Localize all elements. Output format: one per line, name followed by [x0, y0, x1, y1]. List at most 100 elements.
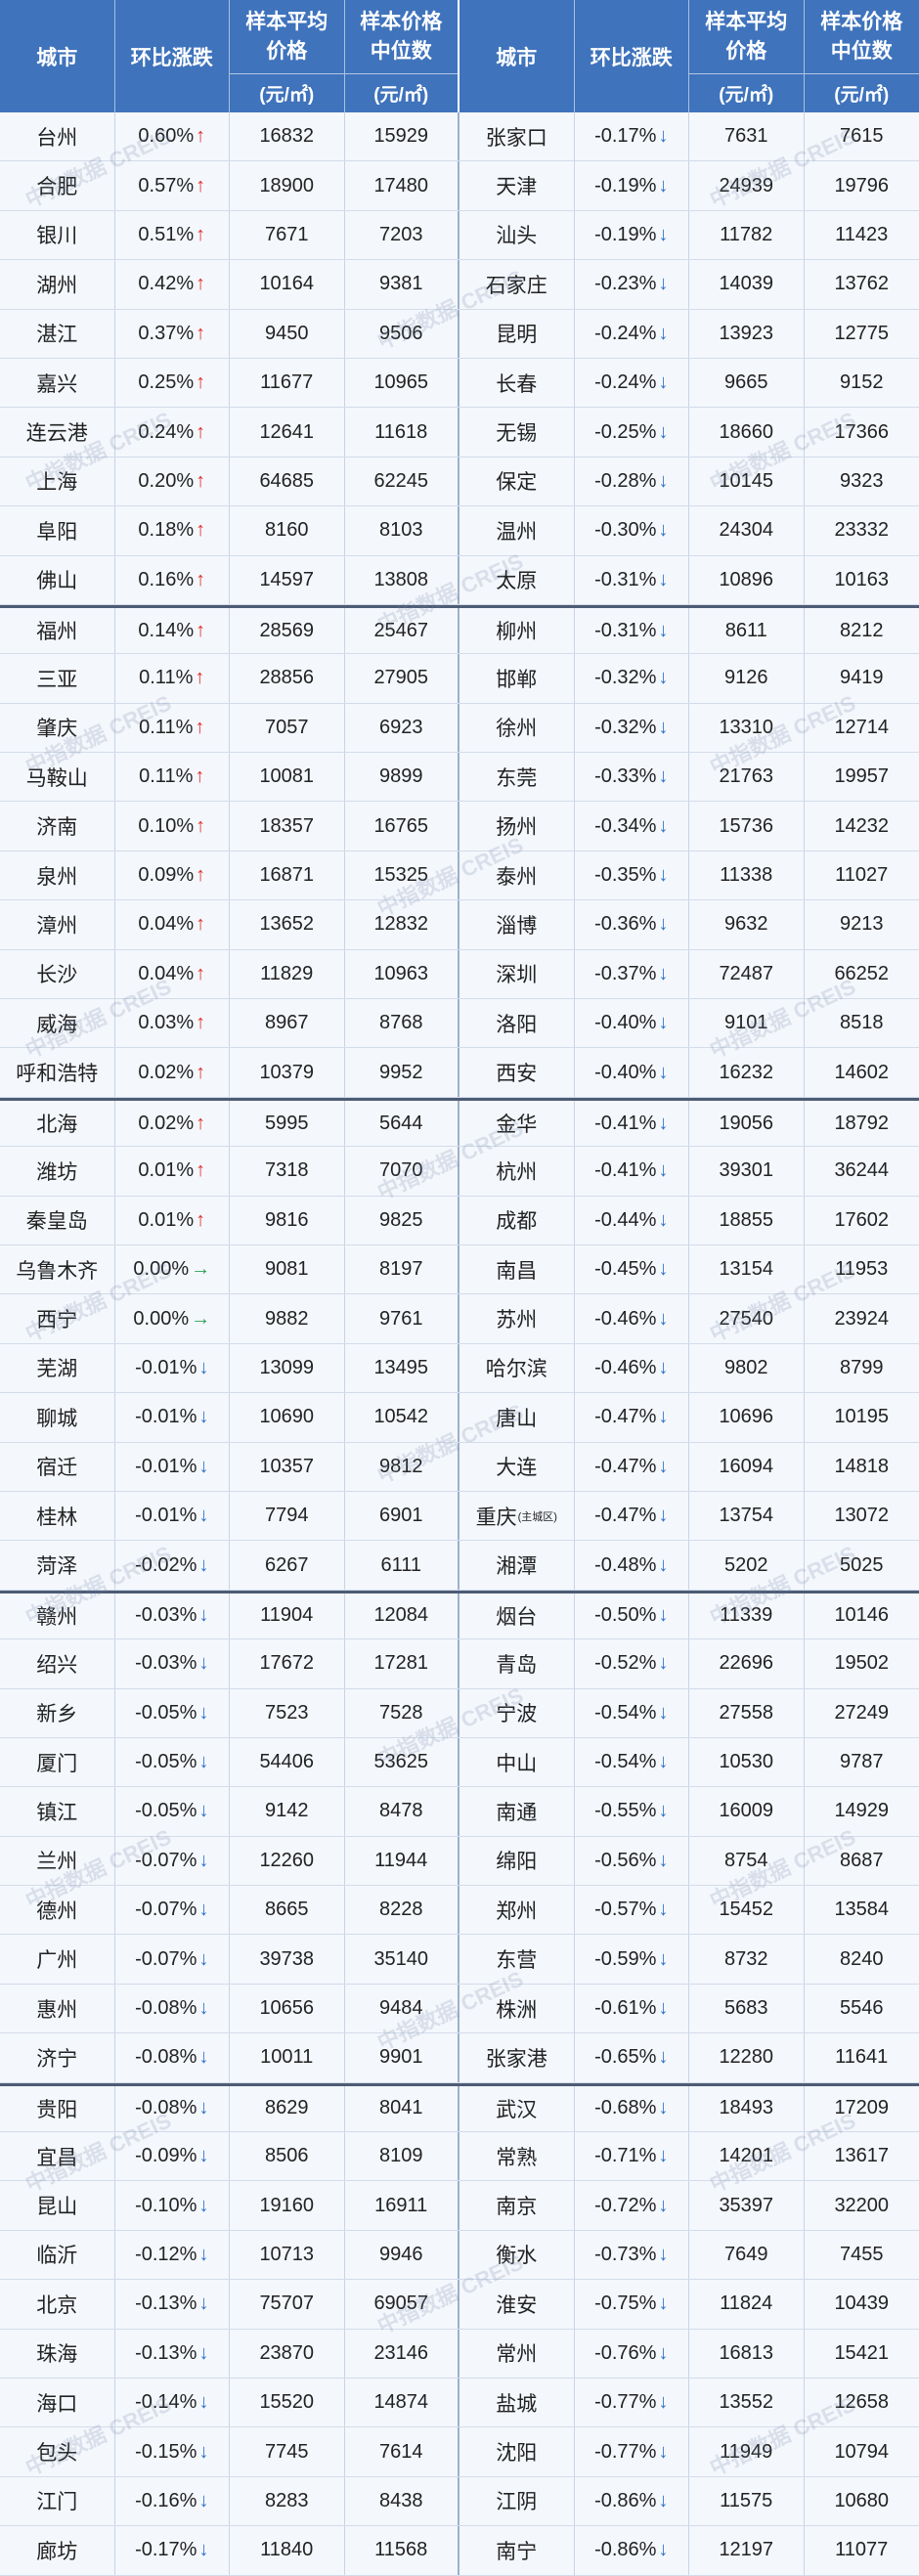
- city-cell: 广州: [0, 1935, 115, 1984]
- median-price-cell: 9952: [345, 1048, 460, 1097]
- city-name: 柳州: [496, 621, 538, 644]
- change-value: -0.14%: [135, 2391, 197, 2414]
- median-price-cell: 23924: [834, 1307, 890, 1330]
- city-name: 常州: [496, 2343, 538, 2367]
- change-value: -0.56%: [594, 1849, 657, 1871]
- change-value: -0.55%: [594, 1800, 657, 1822]
- trend-down-icon: ↓: [198, 1947, 209, 1970]
- avg-price-cell: 28569: [230, 607, 345, 654]
- city-cell: 沈阳: [460, 2427, 575, 2476]
- median-price-cell: 15325: [345, 851, 460, 900]
- trend-down-icon: ↓: [658, 2194, 669, 2216]
- avg-price-cell: 10690: [230, 1393, 345, 1442]
- change-value: -0.54%: [594, 1751, 657, 1773]
- avg-price-cell: 11829: [230, 949, 345, 999]
- trend-up-icon: ↑: [196, 125, 206, 148]
- change-value: -0.32%: [594, 667, 657, 689]
- city-name: 绵阳: [496, 1851, 538, 1874]
- change-value: -0.31%: [594, 619, 657, 641]
- city-cell: 秦皇岛: [0, 1196, 115, 1244]
- change-cell: -0.47% ↓: [575, 1393, 689, 1442]
- city-cell: 南通: [460, 1787, 575, 1836]
- table-row: 德州 -0.07% ↓ 8665 8228 郑州 -0.57% ↓ 15452 13584: [0, 1886, 919, 1936]
- header-median-line2: 中位数: [370, 39, 432, 63]
- trend-down-icon: ↓: [198, 1455, 209, 1477]
- change-value: -0.09%: [135, 2145, 197, 2167]
- table-row: 包头 -0.15% ↓ 7745 7614 沈阳 -0.77% ↓ 11949 10794: [0, 2427, 919, 2477]
- city-cell: 汕头: [460, 210, 575, 260]
- table-row: 银川 0.51% ↑ 7671 7203 汕头 -0.19% ↓ 11782 11423: [0, 210, 919, 261]
- city-name: 石家庄: [485, 274, 547, 297]
- trend-down-icon: ↓: [198, 2440, 209, 2463]
- table-row: 台州 0.60% ↑ 16832 15929 张家口 -0.17% ↓ 7631 7615: [0, 112, 919, 162]
- avg-price-cell: 8611: [689, 607, 805, 654]
- change-cell: -0.32% ↓: [575, 703, 689, 753]
- change-cell: -0.24% ↓: [575, 309, 689, 358]
- trend-down-icon: ↓: [658, 1012, 669, 1034]
- avg-price-cell: 11824: [689, 2280, 805, 2329]
- city-cell: 湛江: [0, 309, 115, 358]
- median-price-cell: 32200: [834, 2194, 890, 2216]
- median-price-cell: 10965: [345, 358, 460, 408]
- trend-down-icon: ↓: [198, 1751, 209, 1773]
- avg-price-cell: 8506: [230, 2132, 345, 2181]
- table-row: 镇江 -0.05% ↓ 9142 8478 南通 -0.55% ↓ 16009 14929: [0, 1787, 919, 1837]
- median-price-cell: 14232: [834, 814, 890, 837]
- city-cell: 肇庆: [0, 703, 115, 753]
- change-cell: 0.25% ↑: [115, 358, 230, 408]
- avg-price-cell: 10011: [230, 2033, 345, 2082]
- median-price-cell: 9152: [840, 371, 884, 394]
- city-cell: 新乡: [0, 1688, 115, 1737]
- avg-price-cell: 22696: [689, 1639, 805, 1688]
- avg-price-cell: 18493: [689, 2085, 805, 2132]
- city-cell: 上海: [0, 457, 115, 506]
- change-cell: 0.04% ↑: [115, 900, 230, 949]
- avg-price-cell: 11338: [689, 851, 805, 900]
- change-value: -0.32%: [594, 716, 657, 738]
- city-cell: 赣州: [0, 1593, 115, 1639]
- avg-price-cell: 9816: [230, 1196, 345, 1244]
- median-price-cell: 9946: [345, 2230, 460, 2280]
- avg-price-cell: 18357: [230, 802, 345, 851]
- median-price-cell: 12658: [834, 2391, 890, 2414]
- table-row: 宜昌 -0.09% ↓ 8506 8109 常熟 -0.71% ↓ 14201 13617: [0, 2132, 919, 2182]
- trend-down-icon: ↓: [198, 1899, 209, 1921]
- change-cell: -0.08% ↓: [115, 1984, 230, 2033]
- city-name: 西宁: [36, 1309, 78, 1332]
- change-cell: -0.23% ↓: [575, 260, 689, 309]
- city-cell: 潍坊: [0, 1147, 115, 1196]
- median-price-cell: 10963: [345, 949, 460, 999]
- change-value: 0.18%: [138, 519, 195, 542]
- table-row: 合肥 0.57% ↑ 18900 17480 天津 -0.19% ↓ 24939 19796: [0, 161, 919, 211]
- change-cell: -0.77% ↓: [575, 2378, 689, 2427]
- change-value: -0.13%: [135, 2341, 197, 2364]
- avg-price-cell: 7671: [230, 210, 345, 260]
- median-price-cell: 9812: [345, 1442, 460, 1491]
- change-cell: -0.31% ↓: [575, 607, 689, 654]
- avg-price-cell: 39301: [689, 1147, 805, 1196]
- avg-price-cell: 16232: [689, 1048, 805, 1097]
- change-value: -0.35%: [594, 864, 657, 887]
- change-cell: 0.60% ↑: [115, 112, 230, 161]
- change-value: -0.24%: [594, 371, 657, 394]
- change-cell: -0.36% ↓: [575, 900, 689, 949]
- city-name: 肇庆: [36, 718, 78, 741]
- change-cell: -0.31% ↓: [575, 555, 689, 604]
- city-name: 济南: [36, 816, 78, 840]
- avg-price-cell: 8967: [230, 999, 345, 1048]
- table-row: 北京 -0.13% ↓ 75707 69057 淮安 -0.75% ↓ 11824 10439: [0, 2280, 919, 2330]
- city-cell: 厦门: [0, 1737, 115, 1787]
- change-cell: -0.07% ↓: [115, 1886, 230, 1935]
- change-cell: -0.37% ↓: [575, 949, 689, 999]
- median-price-cell: 16765: [345, 802, 460, 851]
- change-cell: -0.03% ↓: [115, 1593, 230, 1639]
- trend-flat-icon: →: [191, 1258, 211, 1281]
- price-table: 城市 环比涨跌 样本平均 价格 (元/㎡) 样本价格 中位数 (元/㎡) 城市 环比…: [0, 0, 919, 2576]
- trend-down-icon: ↓: [658, 864, 669, 887]
- change-cell: 0.42% ↑: [115, 260, 230, 309]
- city-cell: 柳州: [460, 607, 575, 654]
- trend-down-icon: ↓: [658, 519, 669, 542]
- city-name: 太原: [496, 570, 538, 593]
- trend-down-icon: ↓: [658, 1997, 669, 2020]
- median-price-cell: 9323: [840, 469, 884, 492]
